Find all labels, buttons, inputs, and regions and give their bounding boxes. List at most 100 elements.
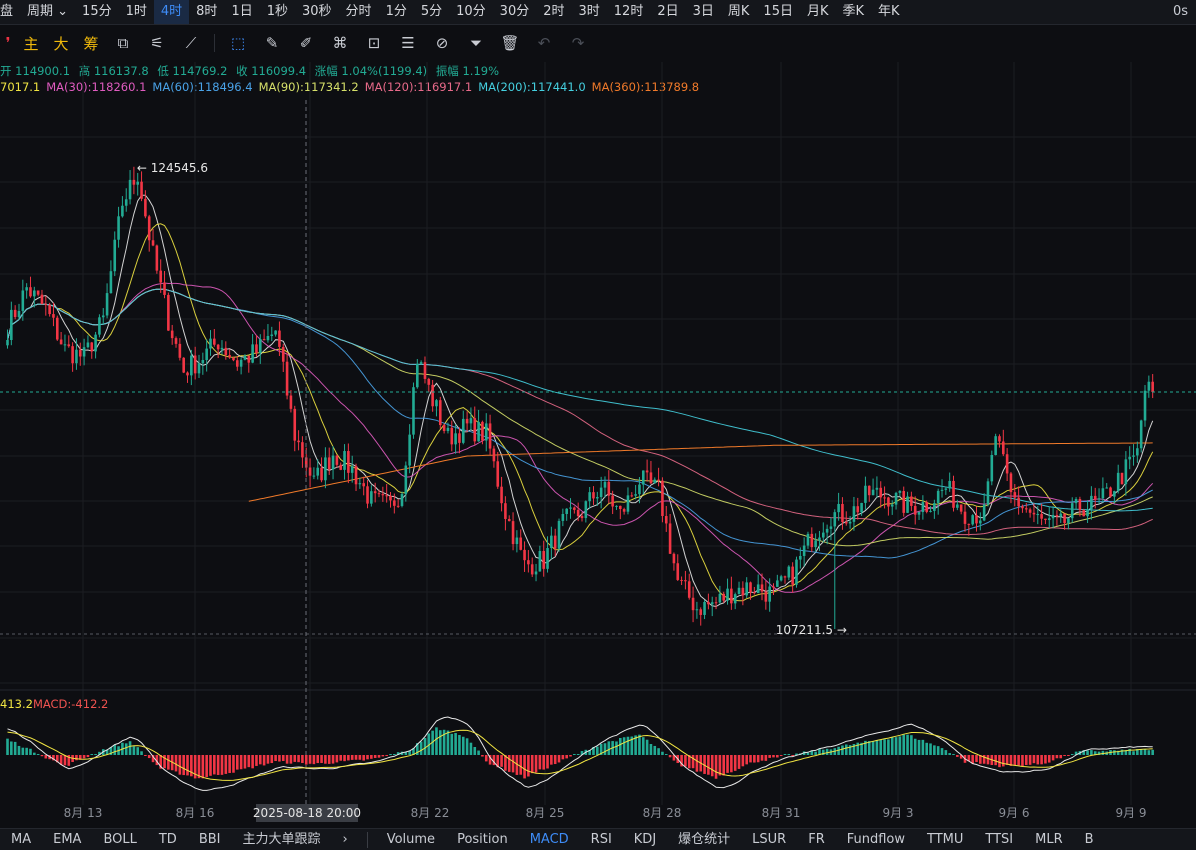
macd-histogram-bar (40, 755, 44, 757)
candle-body (71, 346, 74, 364)
x-tick-label: 8月 28 (643, 806, 682, 820)
candle-body (25, 287, 28, 291)
candle-body (389, 495, 392, 501)
candle-body (1105, 487, 1109, 489)
candle-body (312, 475, 316, 477)
macd-histogram-bar (113, 744, 117, 755)
macd-histogram-bar (737, 755, 741, 769)
candle-body (140, 181, 143, 199)
low-annotation: 107211.5 → (776, 623, 847, 637)
macd-histogram-bar (944, 750, 948, 755)
macd-histogram-bar (228, 755, 231, 773)
macd-histogram-bar (948, 753, 951, 755)
indicator-tab-sub[interactable]: KDJ (623, 829, 667, 850)
candle-body (810, 533, 814, 548)
indicator-tab-main[interactable]: TD (148, 829, 188, 850)
candle-body (852, 506, 856, 522)
macd-histogram-bar (906, 734, 909, 755)
indicator-tab-main[interactable]: BBI (188, 829, 232, 850)
macd-histogram-bar (657, 748, 660, 755)
candle-body (687, 581, 691, 598)
dif-line (7, 716, 1153, 791)
candle-body (799, 555, 802, 560)
candle-body (213, 338, 216, 345)
macd-histogram-bar (262, 755, 266, 766)
macd-histogram-bar (917, 739, 921, 755)
macd-histogram-bar (144, 755, 147, 756)
macd-histogram-bar (902, 734, 906, 755)
macd-histogram-bar (1055, 755, 1059, 759)
chevron-right-icon[interactable]: › (332, 829, 359, 850)
macd-histogram-bar (684, 755, 687, 767)
macd-histogram-bar (986, 755, 990, 765)
macd-histogram-bar (128, 741, 132, 755)
indicator-tab-sub[interactable]: LSUR (741, 829, 797, 850)
candle-body (722, 593, 726, 601)
candle-body (573, 507, 576, 510)
macd-histogram-bar (511, 755, 515, 773)
macd-histogram-bar (469, 742, 473, 755)
indicator-tab-sub[interactable]: MLR (1024, 829, 1074, 850)
candle-body (381, 494, 385, 496)
macd-histogram-bar (239, 755, 243, 770)
indicator-tab-sub[interactable]: Volume (376, 829, 446, 850)
macd-histogram-bar (297, 755, 300, 763)
indicator-tab-sub[interactable]: MACD (519, 829, 580, 850)
macd-histogram-bar (354, 755, 358, 760)
candle-body (676, 563, 680, 580)
macd-histogram-bar (1005, 755, 1009, 765)
macd-histogram-bar (894, 737, 898, 755)
indicator-tab-main[interactable]: BOLL (92, 829, 147, 850)
candle-body (266, 335, 270, 341)
candle-body (550, 535, 553, 549)
macd-histogram-bar (419, 741, 423, 755)
indicator-tab-sub[interactable]: FR (797, 829, 836, 850)
candle-body (408, 434, 411, 466)
candle-body (933, 503, 936, 511)
macd-histogram-bar (389, 754, 392, 755)
indicator-tab-sub[interactable]: RSI (580, 829, 623, 850)
candlestick-chart[interactable]: ← 124545.6 107211.5 → 8月 13 8月 16 8月 22 8月 25… (0, 0, 1196, 828)
macd-histogram-bar (124, 743, 128, 755)
macd-histogram-bar (59, 755, 63, 765)
macd-histogram-bar (527, 755, 530, 777)
macd-histogram-bar (339, 755, 343, 761)
candle-body (94, 334, 97, 352)
macd-histogram-bar (247, 755, 251, 768)
macd-histogram-bar (1070, 754, 1074, 755)
indicator-tab-sub[interactable]: Fundflow (836, 829, 916, 850)
indicator-tab-sub[interactable]: Position (446, 829, 519, 850)
macd-histogram-bar (607, 741, 611, 755)
candle-body (339, 464, 343, 470)
candle-body (136, 181, 140, 185)
candle-body (1002, 441, 1005, 455)
indicator-tab-sub[interactable]: 爆仓统计 (667, 829, 741, 850)
candle-body (216, 344, 220, 350)
candle-body (48, 304, 51, 315)
macd-histogram-bar (182, 755, 185, 776)
candle-body (492, 448, 496, 462)
candle-body (641, 470, 645, 485)
indicator-tab-main[interactable]: MA (0, 829, 42, 850)
indicator-tab-main[interactable]: 主力大单跟踪 (231, 829, 331, 850)
macd-histogram-bar (435, 727, 438, 755)
candle-body (78, 349, 82, 357)
macd-histogram-bar (289, 755, 293, 764)
candle-body (29, 287, 32, 297)
candle-body (699, 609, 703, 615)
candle-body (1051, 515, 1055, 519)
candle-body (366, 486, 369, 504)
candle-body (186, 372, 189, 376)
candle-body (1063, 513, 1066, 524)
macd-histogram-bar (929, 743, 932, 755)
macd-histogram-bar (1147, 750, 1151, 755)
macd-histogram-bar (956, 755, 959, 757)
indicator-tab-sub[interactable]: B (1074, 829, 1105, 850)
macd-histogram-bar (1036, 755, 1040, 765)
macd-histogram-bar (649, 744, 653, 755)
candle-body (419, 362, 423, 364)
indicator-tab-main[interactable]: EMA (42, 829, 92, 850)
candle-body (59, 339, 63, 345)
indicator-tab-sub[interactable]: TTSI (974, 829, 1024, 850)
indicator-tab-sub[interactable]: TTMU (916, 829, 974, 850)
